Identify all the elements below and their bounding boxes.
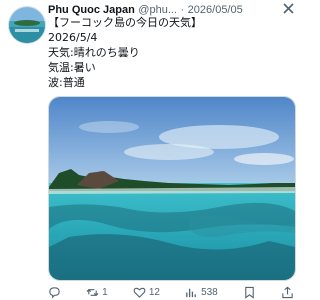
view-count: 538 xyxy=(201,286,218,298)
tweet-text-line: 天気:晴れのち曇り xyxy=(48,46,140,59)
tweet-text-line: 波:普通 xyxy=(48,76,85,89)
bookmark-button[interactable] xyxy=(243,286,256,299)
beach-photo xyxy=(49,97,295,280)
tweet-text: 【フーコック島の今日の天気】 2026/5/4 天気:晴れのち曇り 気温:暑い … xyxy=(48,15,293,90)
retweet-icon xyxy=(86,288,99,296)
retweet-count: 1 xyxy=(102,286,108,298)
avatar-image xyxy=(9,7,45,43)
share-button[interactable] xyxy=(281,286,294,299)
bookmark-icon xyxy=(245,286,254,299)
tweet-text-line: 【フーコック島の今日の天気】 xyxy=(48,16,202,29)
like-button[interactable]: 12 xyxy=(133,286,160,299)
tweet-text-line: 2026/5/4 xyxy=(48,31,98,44)
retweet-button[interactable]: 1 xyxy=(86,286,108,299)
heart-icon xyxy=(133,287,146,298)
tweet-text-line: 気温:暑い xyxy=(48,61,96,74)
avatar[interactable] xyxy=(8,6,46,44)
tweet-actions: 1 12 538 xyxy=(48,284,294,300)
reply-button[interactable] xyxy=(48,286,61,299)
like-count: 12 xyxy=(148,286,160,298)
share-icon xyxy=(282,286,293,298)
tweet-photo[interactable] xyxy=(48,96,296,281)
views-button[interactable]: 538 xyxy=(185,286,218,299)
views-icon xyxy=(186,288,196,297)
comment-icon xyxy=(49,286,60,298)
